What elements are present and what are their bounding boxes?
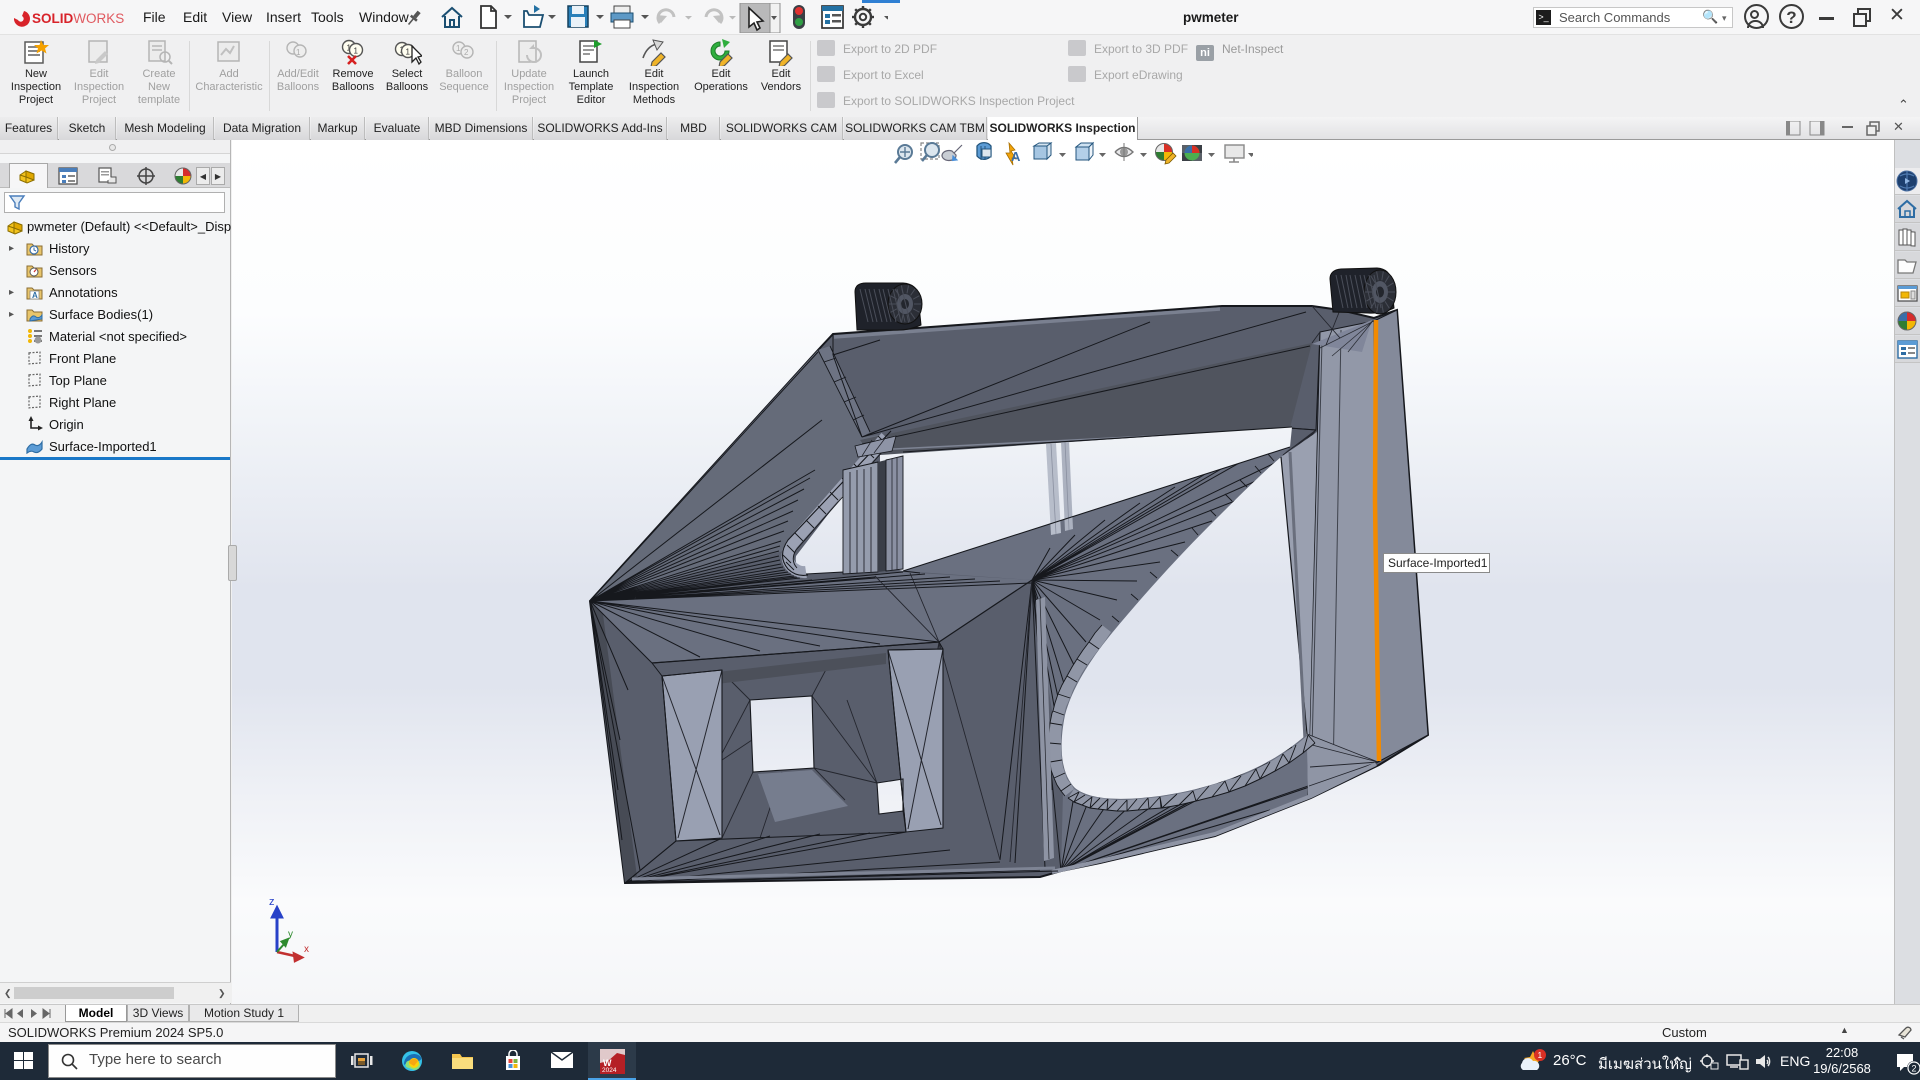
svg-text:2024: 2024	[602, 1067, 617, 1074]
svg-text:y: y	[288, 929, 293, 940]
svg-text:2: 2	[464, 48, 469, 57]
svg-text:x: x	[304, 944, 309, 955]
svg-text:2: 2	[1912, 1064, 1917, 1074]
svg-text:SOLIDWORKS: SOLIDWORKS	[32, 11, 124, 26]
svg-text:1: 1	[296, 48, 301, 57]
svg-text:A: A	[32, 291, 38, 300]
svg-text:1: 1	[354, 47, 359, 56]
svg-text:1: 1	[1538, 1050, 1543, 1060]
svg-text:A: A	[1011, 149, 1021, 164]
svg-text:z: z	[269, 896, 275, 908]
svg-text:1: 1	[406, 48, 411, 57]
svg-text:1: 1	[456, 44, 461, 53]
